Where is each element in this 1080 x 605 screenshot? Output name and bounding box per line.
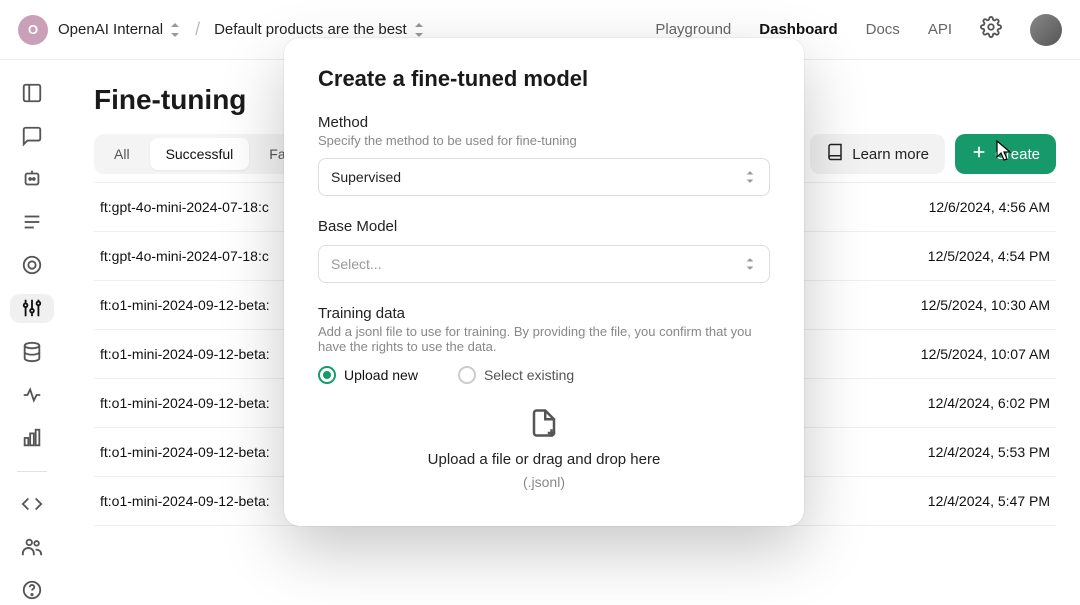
dropzone-text: Upload a file or drag and drop here: [318, 451, 770, 468]
radio-circle-icon: [318, 366, 336, 384]
members-icon[interactable]: [10, 533, 54, 562]
base-model-select[interactable]: Select...: [318, 245, 770, 283]
switcher-updown-icon: [169, 23, 181, 37]
storage-icon[interactable]: [10, 337, 54, 366]
upload-dropzone[interactable]: Upload a file or drag and drop here (.js…: [318, 404, 770, 492]
tab-successful[interactable]: Successful: [150, 138, 250, 170]
gear-icon[interactable]: [980, 16, 1002, 43]
job-date: 12/6/2024, 4:56 AM: [929, 199, 1050, 215]
base-model-placeholder: Select...: [331, 256, 382, 272]
usage-icon[interactable]: [10, 423, 54, 452]
job-date: 12/5/2024, 10:30 AM: [921, 297, 1050, 313]
panel-icon[interactable]: [10, 78, 54, 107]
learn-more-label: Learn more: [852, 146, 929, 163]
nav-docs[interactable]: Docs: [866, 21, 900, 38]
method-value: Supervised: [331, 169, 401, 185]
code-icon[interactable]: [10, 490, 54, 519]
breadcrumb-slash: /: [191, 19, 204, 40]
radio-select-existing-label: Select existing: [484, 367, 574, 383]
threads-icon[interactable]: [10, 208, 54, 237]
sidebar: [0, 60, 64, 605]
tabs: All Successful Fa: [94, 134, 306, 174]
training-sub: Add a jsonl file to use for training. By…: [318, 324, 770, 354]
radio-upload-new[interactable]: Upload new: [318, 366, 418, 384]
create-label: Create: [995, 146, 1040, 163]
chat-icon[interactable]: [10, 121, 54, 150]
method-select[interactable]: Supervised: [318, 158, 770, 196]
radio-upload-new-label: Upload new: [344, 367, 418, 383]
create-finetune-modal: Create a fine-tuned model Method Specify…: [284, 38, 804, 526]
select-updown-icon: [745, 170, 757, 184]
job-date: 12/4/2024, 5:53 PM: [928, 444, 1050, 460]
job-name: ft:o1-mini-2024-09-12-beta:: [100, 444, 270, 460]
book-icon: [826, 143, 844, 165]
rail-divider: [17, 471, 47, 472]
job-name: ft:gpt-4o-mini-2024-07-18:c: [100, 248, 269, 264]
tab-all[interactable]: All: [98, 138, 146, 170]
job-date: 12/5/2024, 10:07 AM: [921, 346, 1050, 362]
project-name: Default products are the best: [214, 21, 407, 38]
evals-icon[interactable]: [10, 251, 54, 280]
nav-playground[interactable]: Playground: [655, 21, 731, 38]
nav-dashboard[interactable]: Dashboard: [759, 21, 837, 38]
switcher-updown-icon: [413, 23, 425, 37]
realtime-icon[interactable]: [10, 380, 54, 409]
nav-api[interactable]: API: [928, 21, 952, 38]
org-switcher[interactable]: OpenAI Internal: [58, 21, 181, 38]
assistants-icon[interactable]: [10, 164, 54, 193]
job-name: ft:o1-mini-2024-09-12-beta:: [100, 346, 270, 362]
dropzone-ext: (.jsonl): [318, 474, 770, 490]
create-button[interactable]: Create: [955, 134, 1056, 174]
modal-title: Create a fine-tuned model: [318, 66, 770, 92]
select-updown-icon: [745, 257, 757, 271]
help-icon[interactable]: [10, 576, 54, 605]
project-switcher[interactable]: Default products are the best: [214, 21, 425, 38]
base-model-label: Base Model: [318, 218, 770, 235]
user-avatar[interactable]: [1030, 14, 1062, 46]
upload-file-icon: [318, 408, 770, 443]
method-label: Method: [318, 114, 770, 131]
fine-tuning-icon[interactable]: [10, 294, 54, 323]
method-sub: Specify the method to be used for fine-t…: [318, 133, 770, 148]
job-date: 12/4/2024, 6:02 PM: [928, 395, 1050, 411]
job-name: ft:o1-mini-2024-09-12-beta:: [100, 297, 270, 313]
plus-icon: [971, 144, 987, 164]
radio-circle-icon: [458, 366, 476, 384]
job-date: 12/4/2024, 5:47 PM: [928, 493, 1050, 509]
training-label: Training data: [318, 305, 770, 322]
radio-select-existing[interactable]: Select existing: [458, 366, 574, 384]
learn-more-button[interactable]: Learn more: [810, 134, 945, 174]
org-avatar[interactable]: O: [18, 15, 48, 45]
job-name: ft:o1-mini-2024-09-12-beta:: [100, 395, 270, 411]
job-date: 12/5/2024, 4:54 PM: [928, 248, 1050, 264]
job-name: ft:gpt-4o-mini-2024-07-18:c: [100, 199, 269, 215]
job-name: ft:o1-mini-2024-09-12-beta:: [100, 493, 270, 509]
org-name: OpenAI Internal: [58, 21, 163, 38]
